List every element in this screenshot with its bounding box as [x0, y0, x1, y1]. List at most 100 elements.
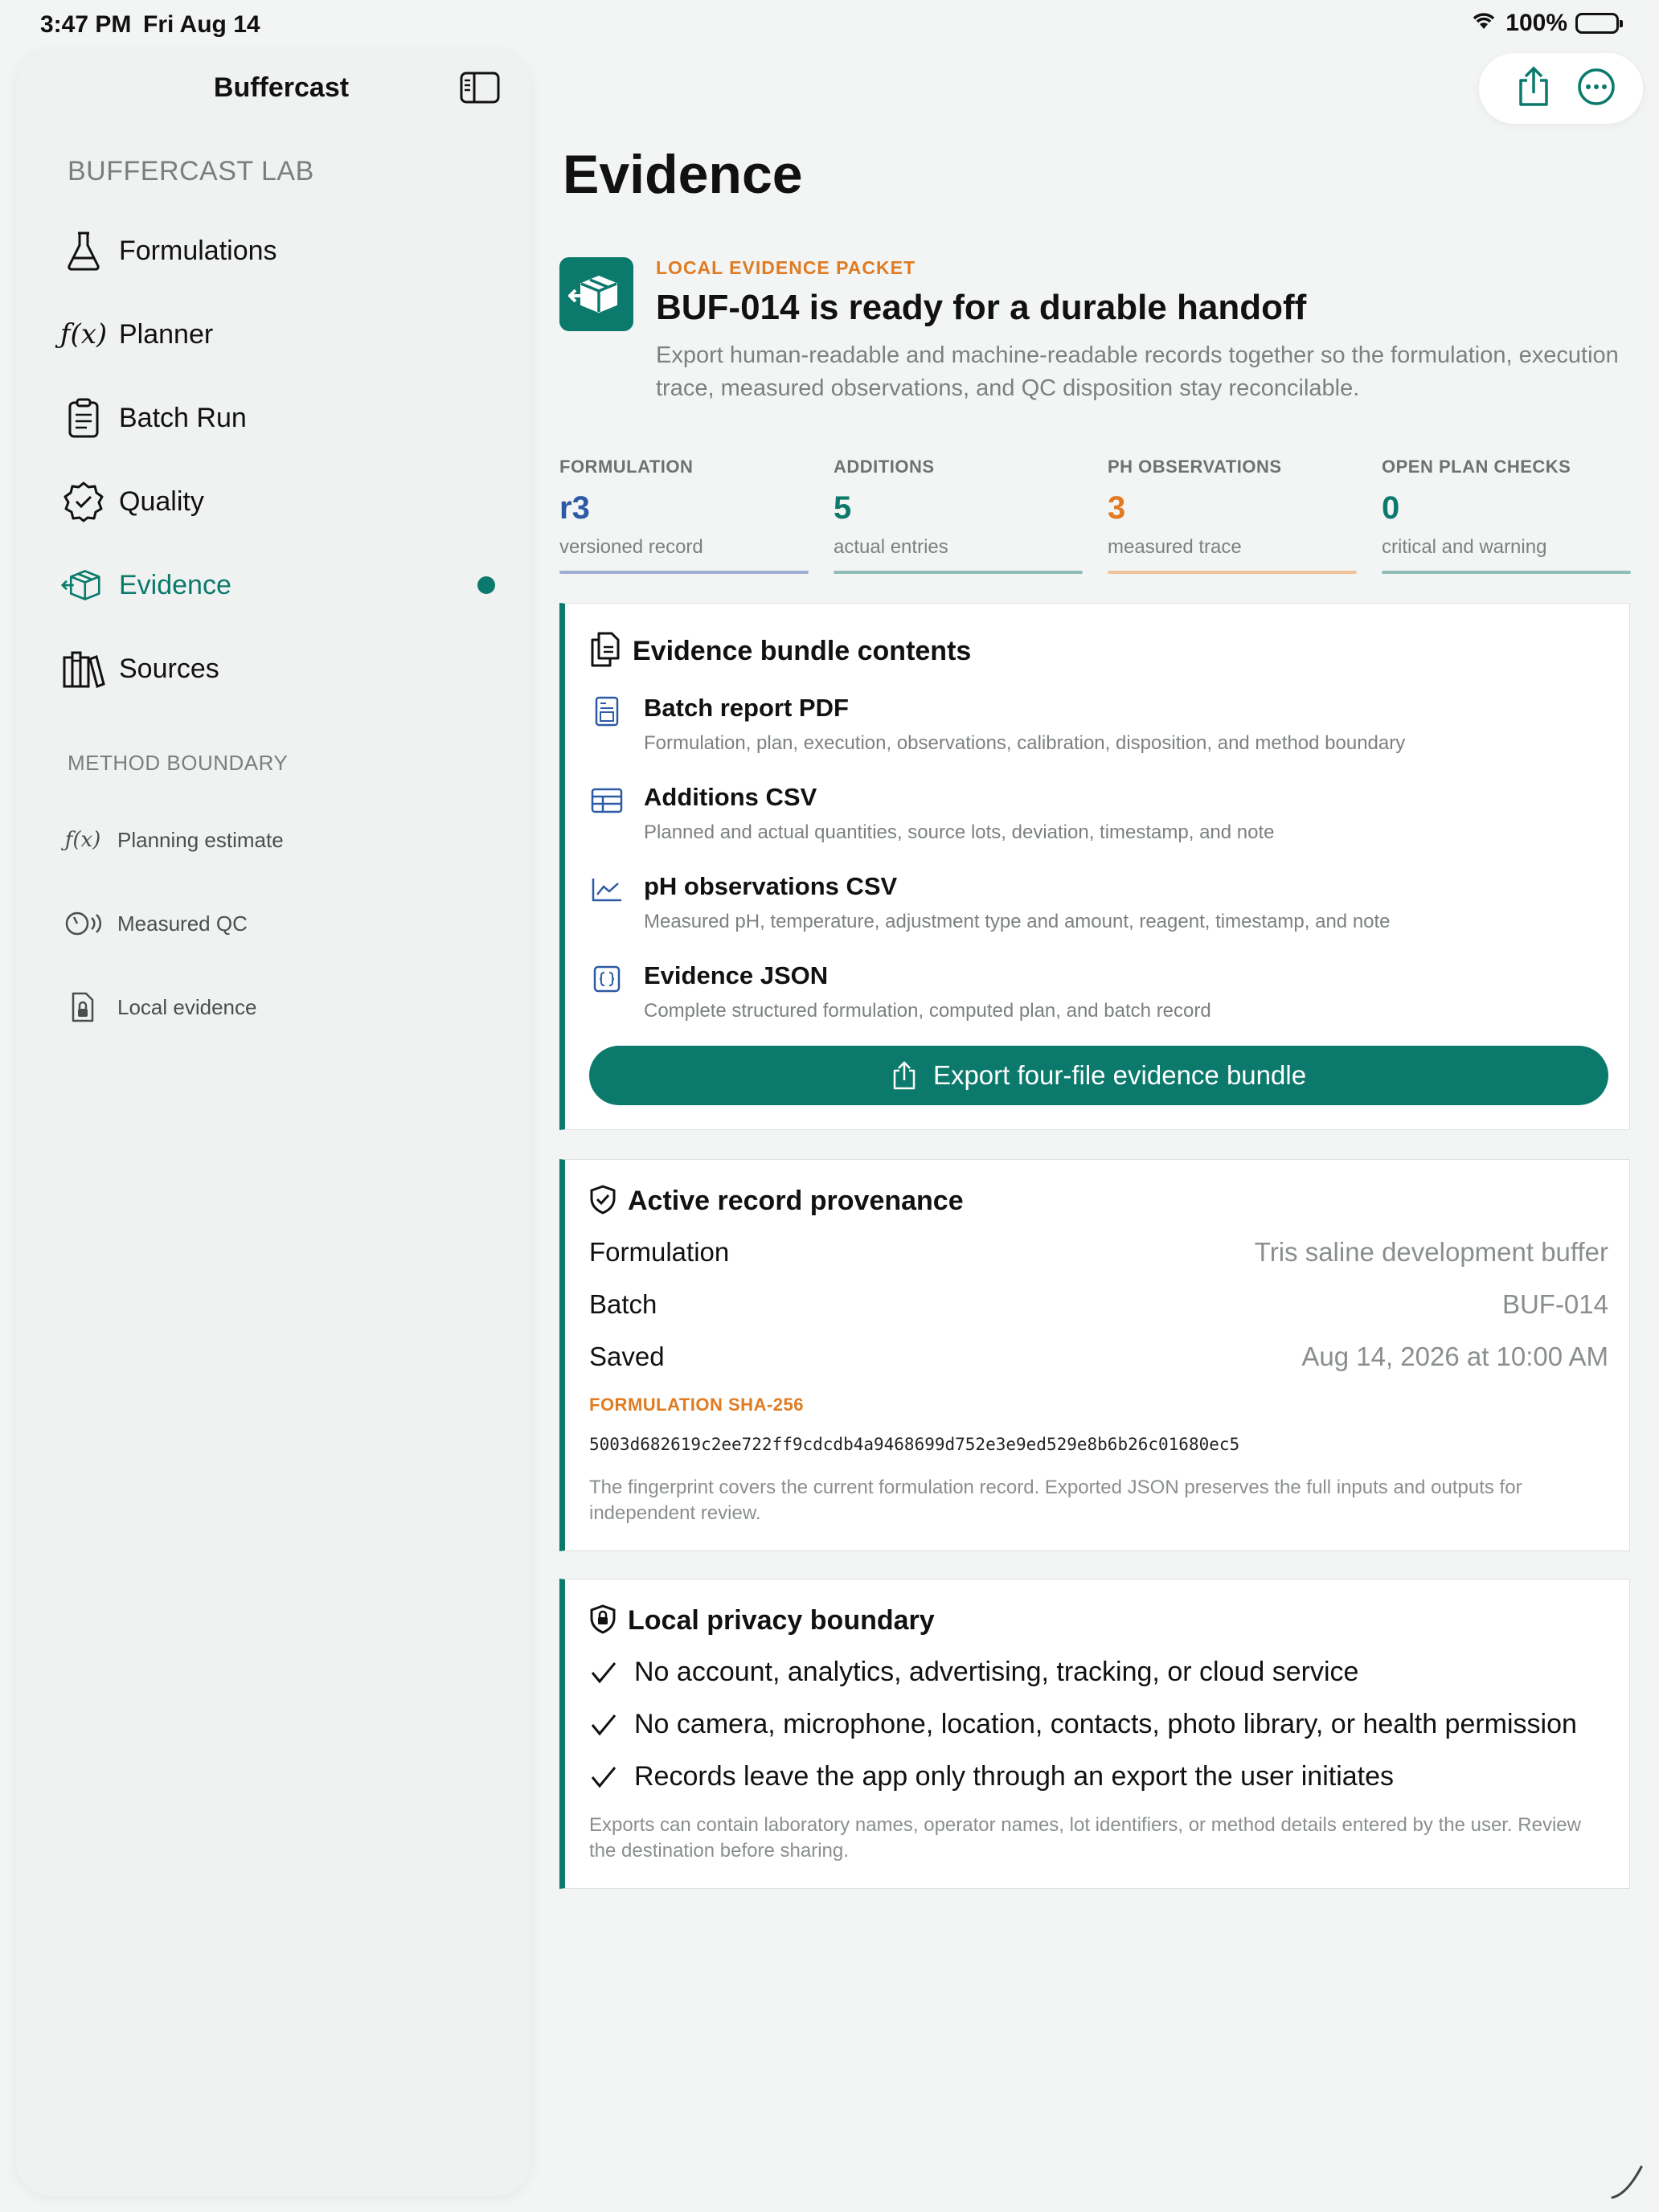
shipping-box-icon: [61, 563, 106, 608]
lock-document-icon: [64, 989, 101, 1026]
hero-title: BUF-014 is ready for a durable handoff: [656, 288, 1307, 327]
hero-shipping-box-icon: [559, 257, 633, 331]
evidence-bundle-card: Evidence bundle contents Batch report PD…: [559, 603, 1630, 1130]
sidebar-section-lab: BUFFERCAST LAB: [68, 156, 314, 186]
row-value: Aug 14, 2026 at 10:00 AM: [1301, 1342, 1608, 1371]
more-button[interactable]: [1575, 68, 1617, 109]
bundle-item-title: Batch report PDF: [644, 694, 849, 722]
bundle-item-additions-csv: Additions CSV Planned and actual quantit…: [589, 783, 1602, 847]
stat-sub: critical and warning: [1382, 536, 1547, 558]
wifi-icon: [1470, 10, 1497, 37]
toolbar-actions: [1479, 53, 1643, 124]
card-title: Local privacy boundary: [628, 1605, 935, 1636]
share-button[interactable]: [1513, 66, 1555, 112]
sidebar-section-method: METHOD BOUNDARY: [68, 751, 289, 775]
export-bundle-button[interactable]: Export four-file evidence bundle: [589, 1046, 1608, 1105]
sidebar-item-label: Formulations: [119, 235, 277, 266]
stat-value: 0: [1382, 490, 1400, 526]
status-time: 3:47 PM: [40, 11, 132, 38]
sidebar-item-local-evidence[interactable]: Local evidence: [64, 979, 498, 1035]
stat-label: OPEN PLAN CHECKS: [1382, 457, 1571, 477]
shield-check-icon: [589, 1184, 616, 1219]
sidebar-item-label: Batch Run: [119, 402, 247, 433]
stat-sub: versioned record: [559, 536, 703, 558]
row-label: Saved: [589, 1342, 665, 1371]
sidebar-item-planning-estimate[interactable]: ƒ(x) Planning estimate: [64, 812, 498, 868]
sidebar-item-planner[interactable]: ƒ(x) Planner: [59, 302, 511, 367]
stat-value: 5: [834, 490, 852, 526]
bundle-item-title: Additions CSV: [644, 783, 817, 811]
report-icon: [589, 694, 625, 729]
privacy-check-text: Records leave the app only through an ex…: [634, 1761, 1395, 1792]
bundle-item-ph-csv: pH observations CSV Measured pH, tempera…: [589, 872, 1602, 936]
stat-bar: [1108, 571, 1357, 574]
seal-check-icon: [61, 479, 106, 524]
sidebar-item-formulations[interactable]: Formulations: [61, 219, 511, 283]
books-icon: [61, 646, 106, 691]
status-date: Fri Aug 14: [143, 11, 260, 38]
documents-icon: [589, 631, 621, 672]
row-value: Tris saline development buffer: [1254, 1237, 1608, 1267]
stat-label: PH OBSERVATIONS: [1108, 457, 1282, 477]
stat-label: ADDITIONS: [834, 457, 935, 477]
share-icon: [1516, 66, 1551, 112]
battery-percent: 100%: [1505, 10, 1567, 36]
sidebar-item-label: Sources: [119, 653, 219, 684]
privacy-check-text: No camera, microphone, location, contact…: [634, 1709, 1577, 1739]
card-header: Evidence bundle contents: [589, 631, 971, 672]
bundle-item-evidence-json: Evidence JSON Complete structured formul…: [589, 961, 1602, 1026]
stat-value: r3: [559, 490, 590, 526]
page-title: Evidence: [563, 144, 803, 205]
provenance-row-formulation: Formulation Tris saline development buff…: [589, 1237, 1608, 1277]
privacy-note: Exports can contain laboratory names, op…: [589, 1814, 1581, 1862]
sidebar-item-label: Planning estimate: [117, 827, 284, 852]
sidebar-toggle-icon[interactable]: [460, 71, 500, 104]
sidebar-item-label: Evidence: [119, 569, 231, 600]
privacy-check: No camera, microphone, location, contact…: [589, 1709, 1577, 1740]
provenance-card: Active record provenance Formulation Tri…: [559, 1159, 1630, 1551]
card-title: Active record provenance: [628, 1186, 964, 1216]
stat-sub: measured trace: [1108, 536, 1242, 558]
bundle-item-desc: Formulation, plan, execution, observatio…: [644, 732, 1406, 754]
stat-sub: actual entries: [834, 536, 948, 558]
scribble-indicator-icon: [1608, 2162, 1646, 2201]
table-icon: [589, 783, 625, 818]
row-label: Batch: [589, 1289, 657, 1319]
battery-icon: [1575, 13, 1623, 34]
flask-icon: [61, 228, 106, 273]
stat-formulation: FORMULATION r3 versioned record: [559, 457, 809, 574]
bundle-item-desc: Complete structured formulation, compute…: [644, 1000, 1211, 1022]
sidebar-item-measured-qc[interactable]: Measured QC: [64, 895, 498, 952]
sidebar-item-label: Local evidence: [117, 994, 257, 1019]
stat-bar: [559, 571, 809, 574]
privacy-check: No account, analytics, advertising, trac…: [589, 1657, 1358, 1688]
bundle-item-desc: Measured pH, temperature, adjustment typ…: [644, 911, 1391, 932]
sidebar-item-batch-run[interactable]: Batch Run: [61, 386, 511, 450]
hero-kicker: LOCAL EVIDENCE PACKET: [656, 257, 916, 278]
checkmark-icon: [589, 1658, 618, 1687]
sidebar: Buffercast BUFFERCAST LAB Formulations ƒ…: [16, 51, 530, 2196]
stat-additions: ADDITIONS 5 actual entries: [834, 457, 1083, 574]
privacy-check-text: No account, analytics, advertising, trac…: [634, 1657, 1359, 1687]
active-indicator-dot: [477, 576, 495, 594]
code-braces-icon: [589, 961, 625, 997]
provenance-note: The fingerprint covers the current formu…: [589, 1477, 1522, 1524]
lock-shield-icon: [589, 1604, 616, 1638]
stat-label: FORMULATION: [559, 457, 694, 477]
stat-value: 3: [1108, 490, 1126, 526]
privacy-check: Records leave the app only through an ex…: [589, 1761, 1394, 1792]
function-icon: ƒ(x): [59, 318, 108, 350]
export-bundle-label: Export four-file evidence bundle: [932, 1060, 1307, 1090]
privacy-card: Local privacy boundary No account, analy…: [559, 1579, 1630, 1889]
chart-line-icon: [589, 872, 625, 907]
stat-open-plan-checks: OPEN PLAN CHECKS 0 critical and warning: [1382, 457, 1631, 574]
status-bar: 3:47 PM Fri Aug 14 100%: [0, 0, 1659, 51]
bundle-item-title: Evidence JSON: [644, 961, 829, 989]
sidebar-item-evidence[interactable]: Evidence: [61, 553, 511, 617]
bundle-item-title: pH observations CSV: [644, 872, 898, 900]
provenance-row-batch: Batch BUF-014: [589, 1289, 1608, 1329]
checkmark-icon: [589, 1763, 618, 1792]
sidebar-item-sources[interactable]: Sources: [61, 637, 511, 701]
sidebar-item-quality[interactable]: Quality: [61, 469, 511, 534]
hero-description: Export human-readable and machine-readab…: [656, 342, 1619, 401]
